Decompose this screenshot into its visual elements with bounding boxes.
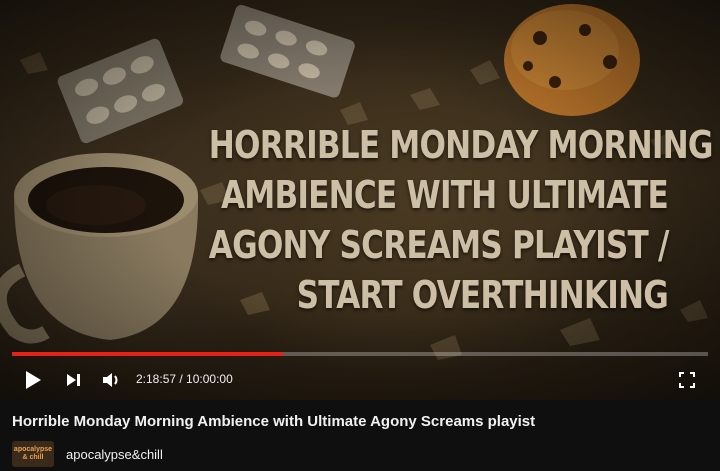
channel-avatar[interactable]: apocalypse & chill bbox=[12, 441, 54, 467]
video-player[interactable]: HORRIBLE MONDAY MORNING AMBIENCE WITH UL… bbox=[0, 0, 720, 400]
overlay-title-line: AMBIENCE WITH ULTIMATE bbox=[220, 173, 669, 217]
progress-fill bbox=[12, 352, 284, 356]
overlay-title-line: HORRIBLE MONDAY MORNING bbox=[208, 123, 714, 167]
channel-name[interactable]: apocalypse&chill bbox=[66, 447, 163, 462]
cookie bbox=[504, 4, 640, 116]
avatar-text: & chill bbox=[22, 454, 44, 461]
pill-pack-top bbox=[220, 4, 355, 98]
fullscreen-icon bbox=[679, 372, 695, 388]
thumbnail-overlay-title: HORRIBLE MONDAY MORNING AMBIENCE WITH UL… bbox=[208, 120, 714, 320]
coffee-mug bbox=[0, 153, 199, 344]
play-icon bbox=[26, 371, 41, 389]
fullscreen-button[interactable] bbox=[676, 368, 698, 392]
next-button[interactable] bbox=[62, 368, 84, 392]
volume-icon bbox=[103, 373, 118, 387]
channel-row: apocalypse & chill apocalypse&chill bbox=[12, 441, 163, 467]
player-controls: 2:18:57 / 10:00:00 bbox=[0, 360, 720, 400]
time-display: 2:18:57 / 10:00:00 bbox=[136, 372, 233, 386]
pill-pack-left bbox=[57, 38, 184, 144]
volume-button[interactable] bbox=[100, 368, 124, 392]
progress-bar[interactable] bbox=[12, 352, 708, 356]
play-button[interactable] bbox=[22, 368, 44, 392]
avatar-text: apocalypse bbox=[13, 446, 53, 453]
overlay-title-line: START OVERTHINKING bbox=[296, 273, 669, 317]
video-title[interactable]: Horrible Monday Morning Ambience with Ul… bbox=[12, 413, 535, 430]
next-icon bbox=[67, 374, 80, 386]
overlay-title-line: AGONY SCREAMS PLAYIST / bbox=[208, 223, 670, 267]
